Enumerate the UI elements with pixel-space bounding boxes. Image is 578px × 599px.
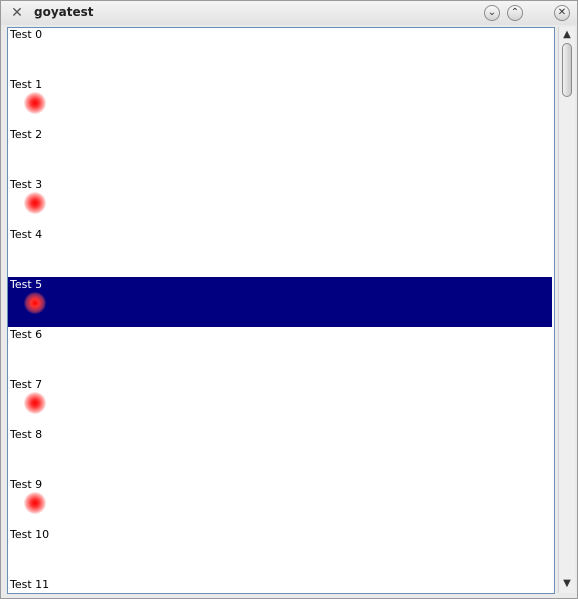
minimize-button[interactable]: ⌄: [484, 5, 500, 21]
chevron-down-icon: ⌄: [487, 7, 497, 18]
list-item[interactable]: Test 11: [8, 577, 552, 593]
list-item[interactable]: Test 1: [8, 77, 552, 127]
list-item[interactable]: Test 9: [8, 477, 552, 527]
list-box[interactable]: Test 0 Test 1 Test 2 Test 3 Test 4 Test 5 Test…: [7, 27, 555, 594]
title-bar[interactable]: ✕ goyatest ⌄ ⌃ ✕: [1, 1, 577, 25]
maximize-button[interactable]: ⌃: [507, 5, 523, 21]
list-item-label: Test 9: [10, 478, 43, 491]
red-dot-icon: [24, 292, 46, 314]
list-item-label: Test 4: [10, 228, 43, 241]
red-dot-icon: [24, 492, 46, 514]
list-item[interactable]: Test 0: [8, 28, 552, 77]
list-item-label: Test 0: [10, 28, 43, 41]
list-item-label: Test 5: [10, 278, 43, 291]
list-item-label: Test 10: [10, 528, 50, 541]
list-item[interactable]: Test 6: [8, 327, 552, 377]
vertical-scrollbar[interactable]: ▲ ▼: [558, 27, 575, 593]
scroll-up-arrow-icon[interactable]: ▲: [559, 28, 575, 42]
close-button[interactable]: ✕: [554, 5, 570, 21]
red-dot-icon: [24, 92, 46, 114]
list-item[interactable]: Test 4: [8, 227, 552, 277]
scroll-down-arrow-icon[interactable]: ▼: [559, 577, 575, 591]
red-dot-icon: [24, 192, 46, 214]
app-x-icon: ✕: [11, 5, 23, 21]
list-item-label: Test 6: [10, 328, 43, 341]
scrollbar-thumb[interactable]: [562, 43, 572, 97]
list-item[interactable]: Test 2: [8, 127, 552, 177]
list-item[interactable]: Test 3: [8, 177, 552, 227]
list-item[interactable]: Test 5: [8, 277, 552, 327]
window-title: goyatest: [34, 5, 94, 19]
list-item-label: Test 3: [10, 178, 43, 191]
app-window: ✕ goyatest ⌄ ⌃ ✕ Test 0 Test 1 Test 2 Test …: [0, 0, 578, 599]
list-item-label: Test 11: [10, 578, 50, 591]
close-icon: ✕: [557, 7, 567, 18]
chevron-up-icon: ⌃: [510, 7, 520, 18]
list-item[interactable]: Test 10: [8, 527, 552, 577]
list-item-label: Test 8: [10, 428, 43, 441]
list-item[interactable]: Test 7: [8, 377, 552, 427]
list-item-label: Test 1: [10, 78, 43, 91]
red-dot-icon: [24, 392, 46, 414]
list-item-label: Test 2: [10, 128, 43, 141]
list-item-label: Test 7: [10, 378, 43, 391]
list-item[interactable]: Test 8: [8, 427, 552, 477]
